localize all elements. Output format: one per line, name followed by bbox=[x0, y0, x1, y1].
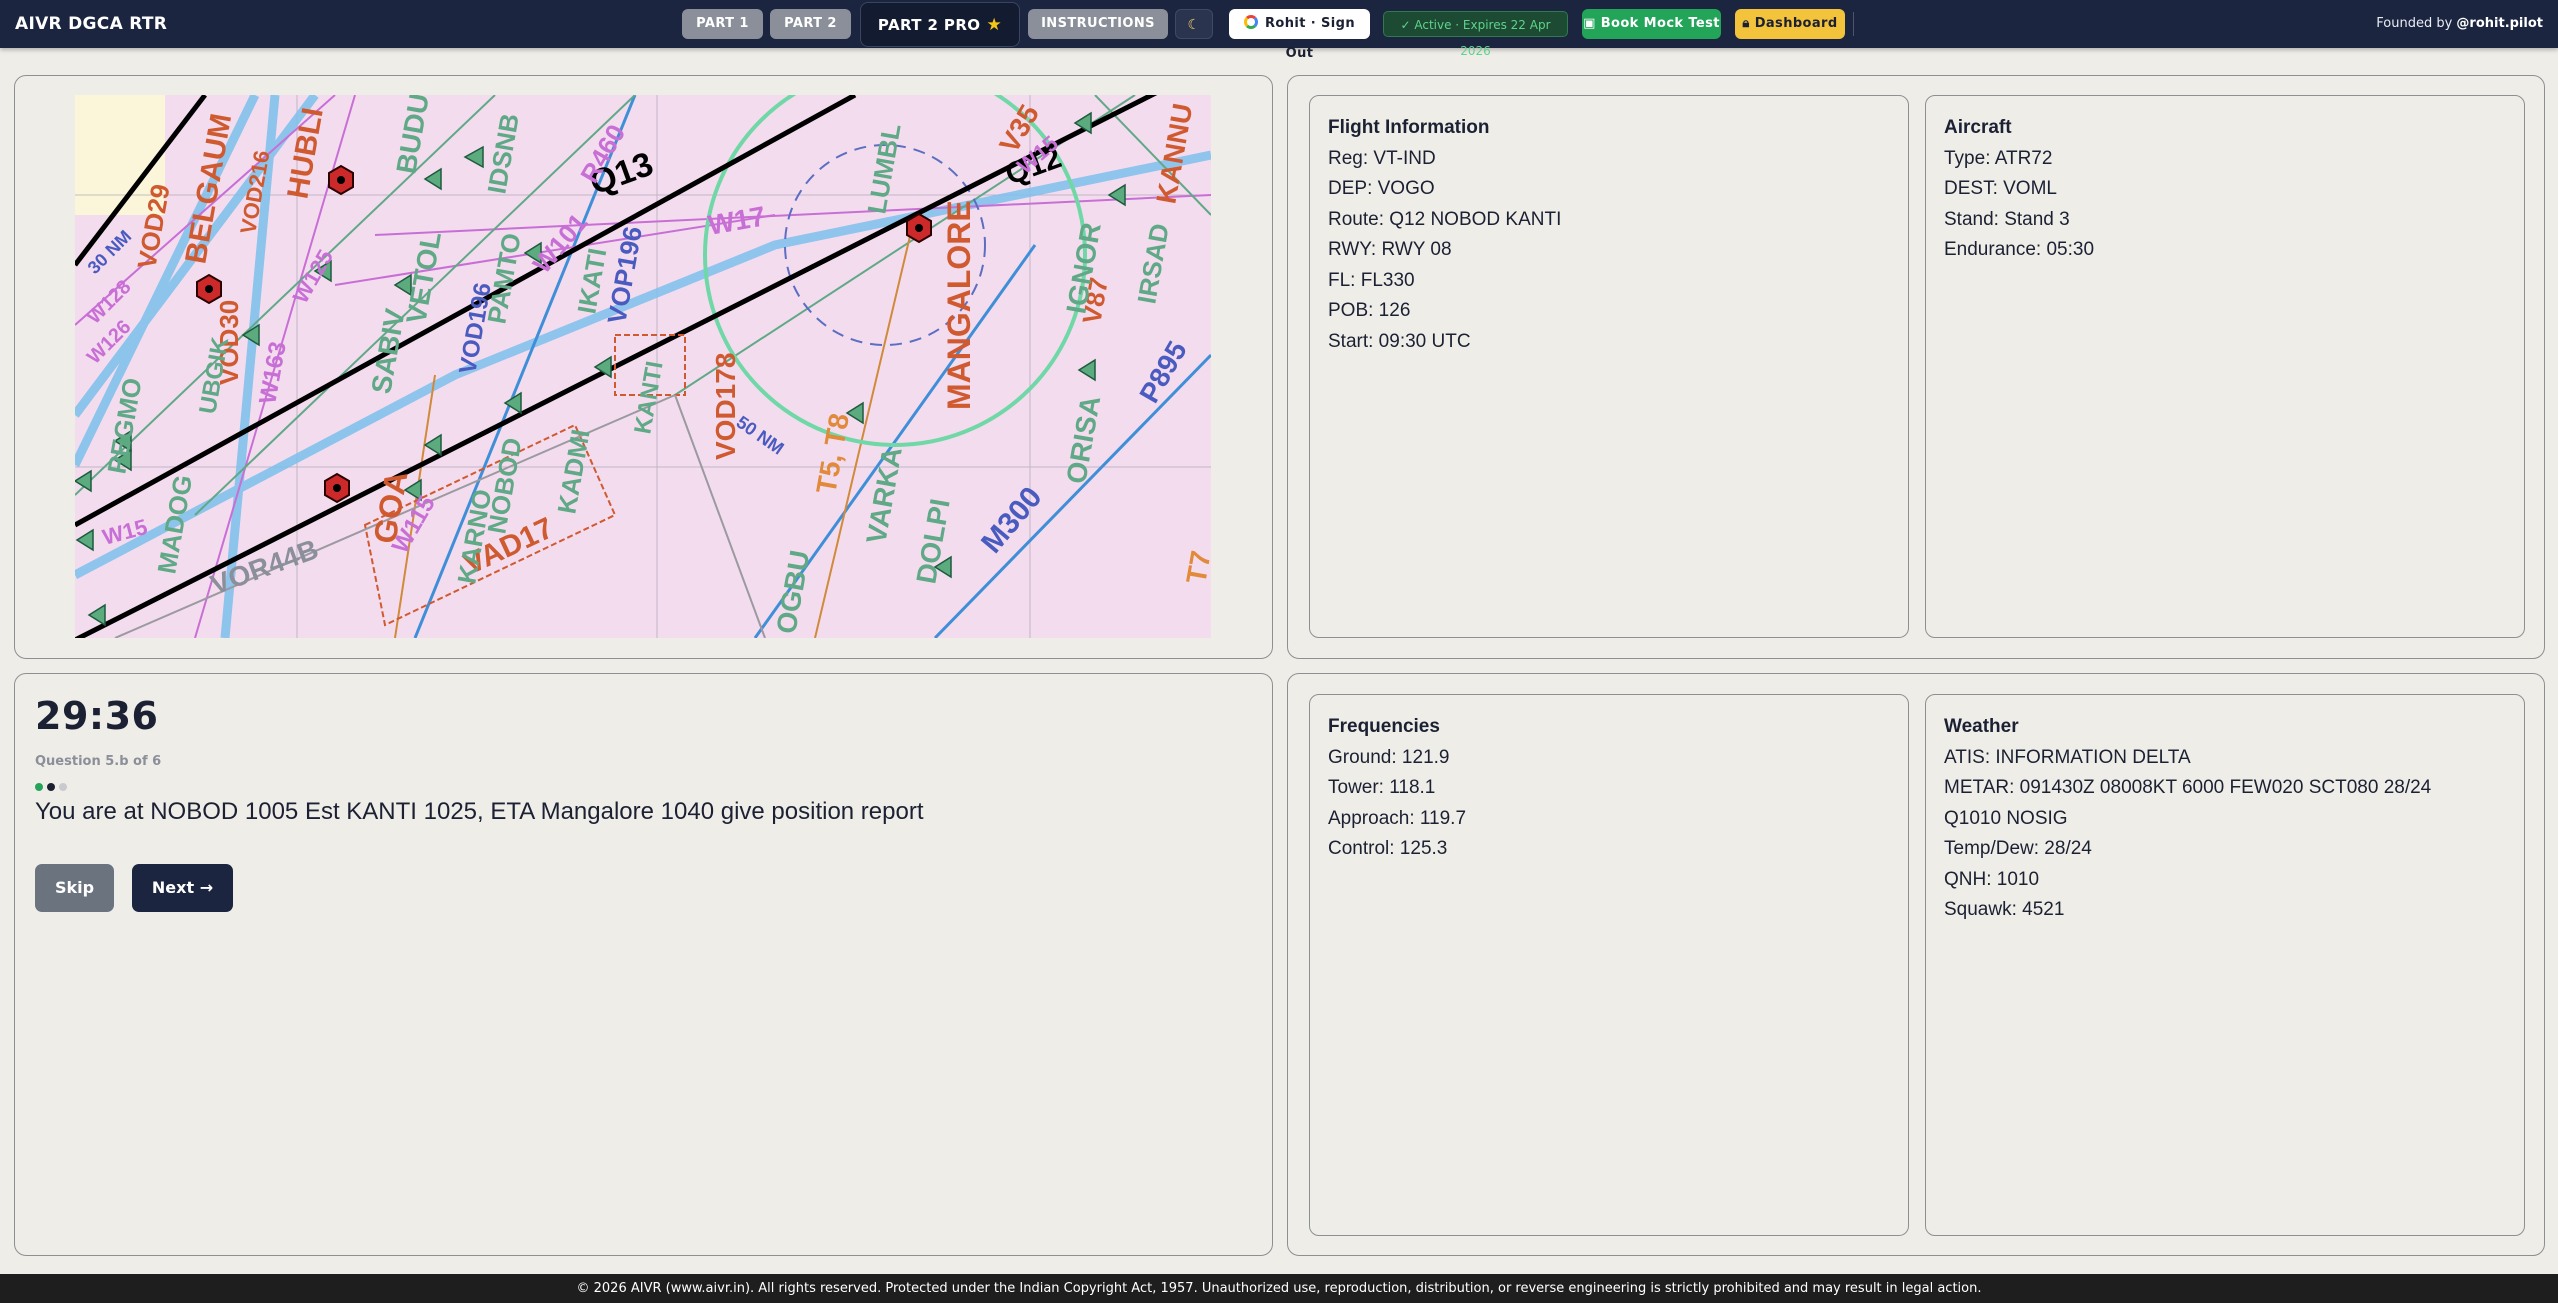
enroute-chart[interactable]: Q13 Q12 MANGALORE BELGAUM HUBLI GOA VAD1… bbox=[75, 95, 1211, 638]
question-text: You are at NOBOD 1005 Est KANTI 1025, ET… bbox=[35, 798, 924, 825]
chart-panel: Q13 Q12 MANGALORE BELGAUM HUBLI GOA VAD1… bbox=[14, 75, 1273, 659]
book-icon: ▣ bbox=[1583, 16, 1596, 31]
svg-text:MANGALORE: MANGALORE bbox=[941, 200, 977, 410]
frequencies-title: Frequencies bbox=[1328, 716, 1440, 737]
aircraft-title: Aircraft bbox=[1944, 117, 2012, 138]
tab-part-2-pro-label: PART 2 PRO bbox=[877, 16, 981, 34]
dashboard-button[interactable]: 🔒︎ Dashboard bbox=[1735, 9, 1845, 39]
radio-weather-panel: Frequencies Ground: 121.9 Tower: 118.1 A… bbox=[1287, 673, 2545, 1256]
tab-part-1[interactable]: PART 1 bbox=[682, 9, 763, 39]
countdown-timer: 29:36 bbox=[35, 694, 159, 738]
next-button[interactable]: Next → bbox=[132, 864, 233, 912]
aircraft-card: Aircraft Type: ATR72 DEST: VOML Stand: S… bbox=[1925, 95, 2525, 638]
tab-part-2-pro[interactable]: PART 2 PRO ★ bbox=[860, 2, 1020, 47]
founded-by: Founded by @rohit.pilot bbox=[2376, 0, 2543, 48]
frequency-line: Ground: 121.9 bbox=[1328, 746, 1450, 768]
founder-handle[interactable]: @rohit.pilot bbox=[2456, 16, 2543, 31]
frequency-line: Control: 125.3 bbox=[1328, 838, 1448, 859]
flight-info-line: Reg: VT-IND bbox=[1328, 147, 1436, 169]
flight-info-line: DEP: VOGO bbox=[1328, 178, 1435, 199]
weather-line: METAR: 091430Z 08008KT 6000 FEW020 SCT08… bbox=[1944, 777, 2432, 798]
divider bbox=[1853, 12, 1854, 36]
weather-card: Weather ATIS: INFORMATION DELTA METAR: 0… bbox=[1925, 694, 2525, 1236]
svg-text:T7: T7 bbox=[1180, 548, 1211, 586]
progress-dot bbox=[47, 783, 55, 791]
weather-line: QNH: 1010 bbox=[1944, 868, 2040, 890]
book-mock-label: Book Mock Test bbox=[1600, 16, 1720, 31]
weather-line: ATIS: INFORMATION DELTA bbox=[1944, 746, 2191, 768]
theme-toggle-button[interactable]: ☾ bbox=[1175, 9, 1213, 39]
svg-text:VOD178: VOD178 bbox=[710, 353, 741, 460]
book-mock-test-button[interactable]: ▣ Book Mock Test bbox=[1582, 9, 1721, 39]
question-panel: 29:36 Question 5.b of 6 You are at NOBOD… bbox=[14, 673, 1273, 1256]
copyright-footer: © 2026 AIVR (www.aivr.in). All rights re… bbox=[0, 1274, 2558, 1303]
google-icon bbox=[1243, 15, 1258, 29]
question-counter: Question 5.b of 6 bbox=[35, 754, 162, 769]
info-panel: Flight Information Reg: VT-IND DEP: VOGO… bbox=[1287, 75, 2545, 659]
progress-dot bbox=[35, 783, 43, 791]
top-navbar: AIVR DGCA RTR PART 1 PART 2 PART 2 PRO ★ … bbox=[0, 0, 2558, 61]
star-icon: ★ bbox=[986, 15, 1003, 35]
instructions-button[interactable]: INSTRUCTIONS bbox=[1028, 9, 1168, 39]
sign-out-label: Rohit · Sign Out bbox=[1264, 16, 1356, 61]
progress-dot bbox=[59, 783, 67, 791]
weather-line: Temp/Dew: 28/24 bbox=[1944, 838, 2092, 859]
progress-dots bbox=[35, 776, 71, 791]
flight-information-card: Flight Information Reg: VT-IND DEP: VOGO… bbox=[1309, 95, 1909, 638]
aircraft-line: Stand: Stand 3 bbox=[1944, 208, 2070, 230]
moon-icon: ☾ bbox=[1187, 17, 1201, 33]
frequency-line: Tower: 118.1 bbox=[1328, 777, 1436, 798]
tab-part-2[interactable]: PART 2 bbox=[770, 9, 851, 39]
flight-info-line: POB: 126 bbox=[1328, 300, 1411, 321]
frequencies-card: Frequencies Ground: 121.9 Tower: 118.1 A… bbox=[1309, 694, 1909, 1236]
lock-icon: 🔒︎ bbox=[1742, 16, 1750, 31]
dashboard-label: Dashboard bbox=[1754, 16, 1838, 31]
aircraft-line: DEST: VOML bbox=[1944, 178, 2057, 199]
flight-info-line: RWY: RWY 08 bbox=[1328, 239, 1452, 260]
aircraft-line: Endurance: 05:30 bbox=[1944, 239, 2095, 260]
subscription-status-badge: ✓ Active · Expires 22 Apr 2026 bbox=[1383, 11, 1568, 58]
frequency-line: Approach: 119.7 bbox=[1328, 807, 1467, 829]
founded-prefix: Founded by bbox=[2376, 16, 2453, 31]
flight-info-line: FL: FL330 bbox=[1328, 269, 1415, 291]
flight-info-line: Route: Q12 NOBOD KANTI bbox=[1328, 208, 1562, 230]
weather-line: Q1010 NOSIG bbox=[1944, 807, 2068, 829]
weather-line: Squawk: 4521 bbox=[1944, 899, 2065, 920]
flight-info-line: Start: 09:30 UTC bbox=[1328, 330, 1471, 352]
aircraft-line: Type: ATR72 bbox=[1944, 147, 2053, 169]
app-title: AIVR DGCA RTR bbox=[15, 14, 168, 34]
flight-information-title: Flight Information bbox=[1328, 117, 1490, 138]
weather-title: Weather bbox=[1944, 716, 2019, 737]
skip-button[interactable]: Skip bbox=[35, 864, 114, 912]
sign-out-button[interactable]: Rohit · Sign Out bbox=[1229, 9, 1370, 61]
